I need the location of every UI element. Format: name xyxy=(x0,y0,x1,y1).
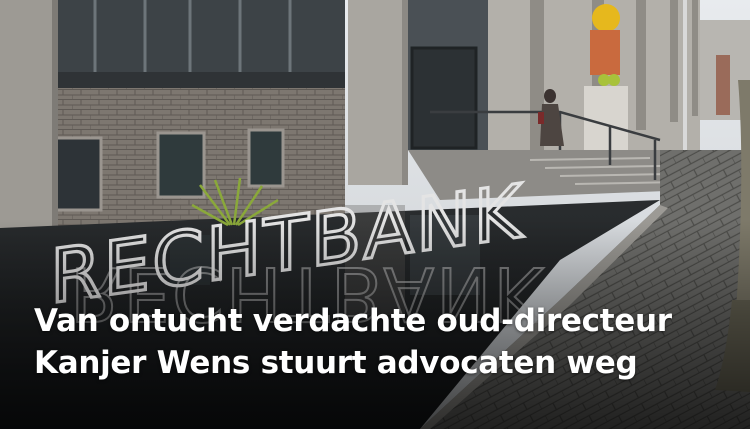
news-card[interactable]: RECHTBANK RECHTBANK Van ontucht verdacht… xyxy=(0,0,750,429)
headline-line-2: Kanjer Wens stuurt advocaten weg xyxy=(34,345,638,381)
headline-line-1: Van ontucht verdachte oud-directeur xyxy=(34,303,672,339)
headline[interactable]: Van ontucht verdachte oud-directeur Kanj… xyxy=(34,300,710,384)
